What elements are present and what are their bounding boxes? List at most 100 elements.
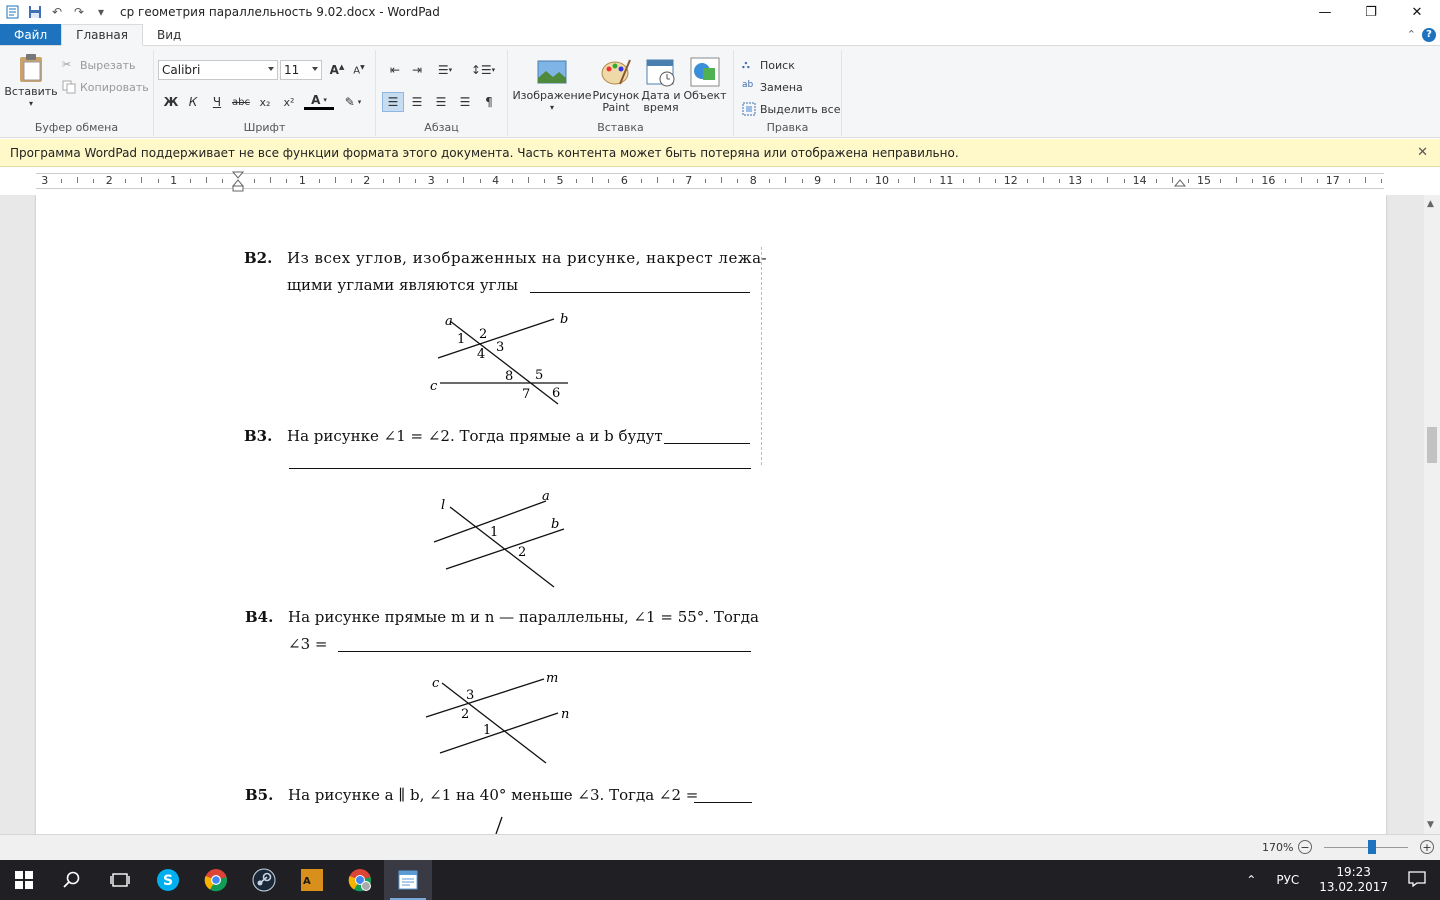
taskbar-steam[interactable] <box>240 860 288 900</box>
font-size-select[interactable]: 11 <box>280 60 322 80</box>
strikethrough-button[interactable]: abc <box>230 92 252 112</box>
scroll-thumb[interactable] <box>1427 427 1437 463</box>
paste-button[interactable]: Вставить ▾ <box>4 52 58 110</box>
taskbar-chrome[interactable] <box>192 860 240 900</box>
column-guide <box>761 247 762 465</box>
taskbar-chrome-user[interactable] <box>336 860 384 900</box>
grow-font-button[interactable]: A▲ <box>326 60 348 80</box>
ruler-tick <box>189 179 191 183</box>
ruler-tick <box>415 179 417 183</box>
paste-label: Вставить <box>4 85 58 98</box>
underline-button[interactable]: Ч <box>206 92 228 112</box>
start-button[interactable] <box>0 860 48 900</box>
ruler-label: 17 <box>1325 174 1340 187</box>
vertical-scrollbar[interactable]: ▲ ▼ <box>1424 195 1440 834</box>
undo-icon[interactable]: ↶ <box>48 3 66 21</box>
scroll-down-icon[interactable]: ▼ <box>1427 820 1434 830</box>
language-indicator[interactable]: РУС <box>1266 873 1309 887</box>
align-right-button[interactable]: ☰ <box>430 92 452 112</box>
ribbon: Вставить ▾ ✂ Вырезать Копировать Буфер о… <box>0 46 1440 138</box>
zoom-level: 170% <box>1262 841 1294 854</box>
ruler-tick <box>785 177 787 183</box>
wordpad-app-icon[interactable] <box>4 3 22 21</box>
picture-label: Изображение <box>512 89 592 102</box>
tray-chevron-up-icon[interactable]: ⌃ <box>1236 873 1266 887</box>
close-infobar-icon[interactable]: ✕ <box>1417 145 1428 160</box>
document-area[interactable]: В2. Из всех углов, изображенных на рисун… <box>0 195 1424 834</box>
ruler-tick <box>721 177 722 183</box>
select-all-button[interactable]: Выделить все <box>742 102 840 116</box>
ruler-tick <box>704 179 706 183</box>
chevron-down-icon <box>312 67 318 71</box>
bold-button[interactable]: Ж <box>160 92 182 112</box>
save-icon[interactable] <box>26 3 44 21</box>
right-indent-marker-icon[interactable] <box>1174 178 1186 188</box>
decrease-indent-button[interactable]: ⇤ <box>384 60 406 80</box>
search-button[interactable] <box>48 860 96 900</box>
binoculars-icon: ⛬ <box>742 58 750 71</box>
tab-home[interactable]: Главная <box>61 24 143 46</box>
find-button[interactable]: ⛬ Поиск <box>742 58 795 72</box>
status-bar: 170% − + <box>0 834 1440 860</box>
paragraph-group-label: Абзац <box>424 121 459 134</box>
justify-button[interactable]: ☰ <box>454 92 476 112</box>
taskbar-skype[interactable]: S <box>144 860 192 900</box>
task-view-button[interactable] <box>96 860 144 900</box>
maximize-icon[interactable]: ❐ <box>1348 0 1394 24</box>
shrink-font-icon: A▼ <box>353 63 365 77</box>
ruler-tick <box>898 179 900 183</box>
date-time-button[interactable]: Дата и время <box>640 56 682 114</box>
ruler-tick <box>737 179 739 183</box>
wordpad-icon <box>398 870 418 890</box>
paragraph-dialog-button[interactable]: ¶ <box>478 92 500 112</box>
insert-picture-button[interactable]: Изображение ▾ <box>512 56 592 114</box>
superscript-button[interactable]: x² <box>278 92 300 112</box>
italic-button[interactable]: К <box>182 92 204 112</box>
document-page[interactable]: В2. Из всех углов, изображенных на рисун… <box>36 195 1386 834</box>
subscript-button[interactable]: x₂ <box>254 92 276 112</box>
highlight-button[interactable]: ✎ ▾ <box>338 92 368 112</box>
customize-qat-icon[interactable]: ▾ <box>92 3 110 21</box>
angle-8: 8 <box>505 369 513 384</box>
help-icon[interactable]: ? <box>1422 27 1436 42</box>
insert-object-button[interactable]: Объект <box>683 56 727 102</box>
taskbar-wordpad[interactable] <box>384 860 432 900</box>
copy-button[interactable]: Копировать <box>62 80 149 94</box>
cut-button[interactable]: ✂ Вырезать <box>62 58 135 72</box>
align-left-button[interactable]: ☰ <box>382 92 404 112</box>
taskbar: S A ⌃ РУС 19:23 13.02.2017 <box>0 860 1440 900</box>
taskbar-app-orange[interactable]: A <box>288 860 336 900</box>
replace-icon: ab <box>742 80 754 90</box>
notifications-icon[interactable] <box>1398 870 1440 890</box>
ruler-tick <box>157 179 159 183</box>
clock[interactable]: 19:23 13.02.2017 <box>1309 865 1398 895</box>
ruler-tick <box>640 179 642 183</box>
tab-file[interactable]: Файл <box>0 24 62 45</box>
ruler-tick <box>1026 179 1028 183</box>
replace-button[interactable]: ab Замена <box>742 80 803 94</box>
paint-drawing-button[interactable]: Рисунок Paint <box>593 56 639 114</box>
line-spacing-button[interactable]: ↕☰ ▾ <box>468 60 498 80</box>
align-center-button[interactable]: ☰ <box>406 92 428 112</box>
zoom-out-button[interactable]: − <box>1298 840 1312 854</box>
increase-indent-button[interactable]: ⇥ <box>406 60 428 80</box>
ruler[interactable]: 3 2 1 1 2 3 4 5 6 7 8 9 10 11 12 13 14 15 16 17 <box>0 167 1440 195</box>
tab-view[interactable]: Вид <box>143 24 195 45</box>
zoom-slider-thumb[interactable] <box>1368 840 1376 854</box>
redo-icon[interactable]: ↷ <box>70 3 88 21</box>
bullets-button[interactable]: ☰ ▾ <box>430 60 460 80</box>
collapse-ribbon-icon[interactable]: ⌃ <box>1407 28 1416 41</box>
minimize-icon[interactable]: — <box>1302 0 1348 24</box>
zoom-slider[interactable] <box>1324 847 1408 848</box>
ruler-label: 2 <box>105 174 113 187</box>
ruler-label: 13 <box>1068 174 1083 187</box>
font-color-button[interactable]: A ▾ <box>304 92 334 110</box>
scroll-up-icon[interactable]: ▲ <box>1427 199 1434 209</box>
object-label: Объект <box>683 89 727 102</box>
ruler-tick <box>1300 177 1302 183</box>
left-indent-marker-icon[interactable] <box>232 171 244 193</box>
zoom-in-button[interactable]: + <box>1420 840 1434 854</box>
shrink-font-button[interactable]: A▼ <box>348 60 370 80</box>
close-icon[interactable]: ✕ <box>1394 0 1440 24</box>
font-name-select[interactable]: Calibri <box>158 60 278 80</box>
